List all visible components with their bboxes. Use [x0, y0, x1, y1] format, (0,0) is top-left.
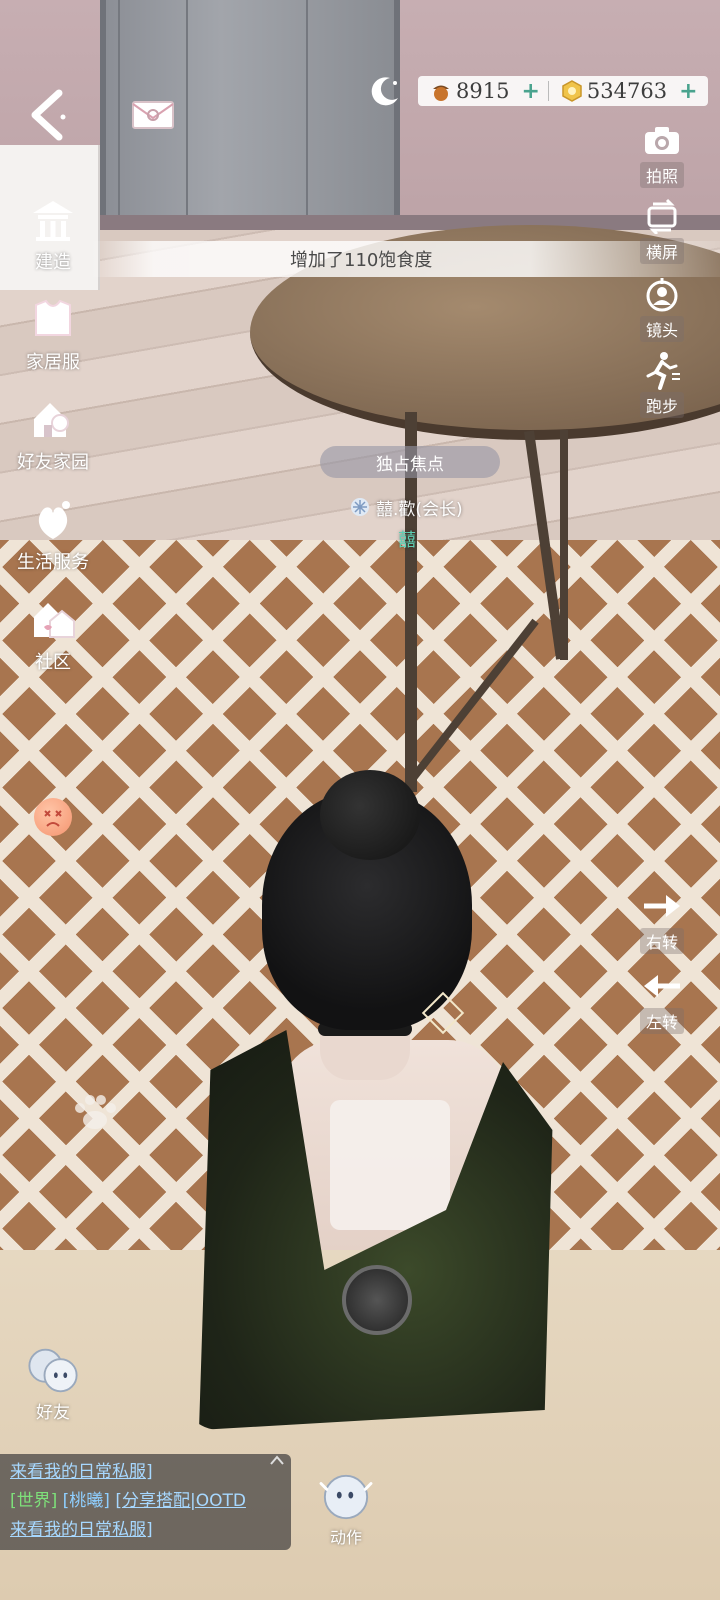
turn-left-button[interactable]: 左转: [624, 966, 700, 1040]
gold-coin-icon: [562, 80, 582, 102]
chat-message[interactable]: 来看我的日常私服]: [10, 1516, 281, 1545]
arrow-left-icon: [642, 966, 682, 1006]
lens-icon: [642, 274, 682, 314]
add-acorn-icon[interactable]: +: [521, 79, 539, 104]
menu-build-label: 建造: [35, 252, 71, 273]
chat-message[interactable]: 来看我的日常私服]: [10, 1458, 281, 1487]
gold-amount: 534763: [586, 79, 668, 103]
chevron-up-icon[interactable]: [269, 1454, 285, 1466]
action-icon: [319, 1474, 373, 1520]
camera-button[interactable]: 拍照: [624, 120, 700, 194]
menu-friend-home[interactable]: 好友家园: [0, 396, 106, 486]
acorn-icon: [433, 85, 449, 101]
run-label: 跑步: [639, 392, 684, 418]
mail-button[interactable]: [130, 98, 176, 132]
menu-homewear[interactable]: 家居服: [0, 296, 106, 386]
back-button[interactable]: [22, 86, 72, 144]
guild-badge: 囍: [398, 530, 416, 551]
arrow-right-icon: [642, 886, 682, 926]
menu-life-service[interactable]: 生活服务: [0, 496, 106, 586]
paw-icon: [70, 1092, 120, 1132]
add-gold-icon[interactable]: +: [679, 79, 697, 104]
action-label: 动作: [329, 1528, 362, 1547]
friends-label: 好友: [36, 1403, 70, 1423]
life-service-icon: [29, 496, 77, 544]
rotate-screen-label: 横屏: [639, 238, 684, 264]
menu-friend-home-label: 好友家园: [17, 452, 89, 473]
community-icon: [29, 596, 77, 644]
moon-icon[interactable]: [368, 74, 402, 108]
chat-link-text[interactable]: 来看我的日常私服]: [10, 1462, 153, 1482]
build-icon: [29, 196, 77, 244]
rotate-screen-button[interactable]: 横屏: [624, 196, 700, 270]
player-nameplate[interactable]: 囍.歡(会长): [350, 494, 463, 520]
menu-community-label: 社区: [35, 652, 71, 673]
camera-label: 拍照: [639, 162, 684, 188]
gold-currency[interactable]: 534763 +: [549, 76, 698, 106]
friends-icon: [28, 1348, 78, 1393]
homewear-icon: [29, 296, 77, 344]
run-button[interactable]: 跑步: [624, 350, 700, 424]
lens-label: 镜头: [639, 316, 684, 342]
toast-text: 增加了110饱食度: [290, 250, 433, 271]
mood-face-icon[interactable]: [34, 798, 72, 836]
chat-message[interactable]: [世界] [桃曦] [分享搭配|OOTD: [10, 1487, 281, 1516]
chat-link-text[interactable]: [分享搭配|OOTD: [115, 1491, 246, 1511]
turn-left-label: 左转: [639, 1008, 684, 1034]
turn-right-label: 右转: [639, 928, 684, 954]
acorn-amount: 8915: [456, 79, 510, 103]
acorn-currency[interactable]: 8915 +: [418, 76, 540, 106]
run-icon: [642, 350, 682, 390]
chat-panel[interactable]: 来看我的日常私服] [世界] [桃曦] [分享搭配|OOTD 来看我的日常私服]: [0, 1454, 291, 1550]
action-button[interactable]: 动作: [314, 1472, 378, 1548]
rotate-screen-icon: [642, 196, 682, 236]
turn-right-button[interactable]: 右转: [624, 886, 700, 960]
lens-button[interactable]: 镜头: [624, 274, 700, 348]
exclusive-focus-label: 独占焦点: [376, 454, 444, 475]
snowflake-icon: [351, 498, 369, 516]
chat-username[interactable]: [桃曦]: [63, 1491, 110, 1511]
chevron-left-icon: [31, 89, 66, 141]
player-name: 囍.歡(会长): [376, 499, 463, 520]
currency-bar: 8915 + 534763 +: [418, 76, 708, 106]
menu-community[interactable]: 社区: [0, 596, 106, 686]
target-marker-icon: [421, 991, 465, 1035]
friend-home-icon: [29, 396, 77, 444]
mail-icon: [132, 101, 174, 129]
chat-channel: [世界]: [10, 1491, 58, 1511]
friends-button[interactable]: 好友: [20, 1345, 86, 1423]
menu-homewear-label: 家居服: [26, 352, 80, 373]
camera-icon: [642, 120, 682, 160]
exclusive-focus-button[interactable]: 独占焦点: [320, 446, 500, 478]
chat-link-text[interactable]: 来看我的日常私服]: [10, 1520, 153, 1540]
menu-life-service-label: 生活服务: [17, 552, 89, 573]
